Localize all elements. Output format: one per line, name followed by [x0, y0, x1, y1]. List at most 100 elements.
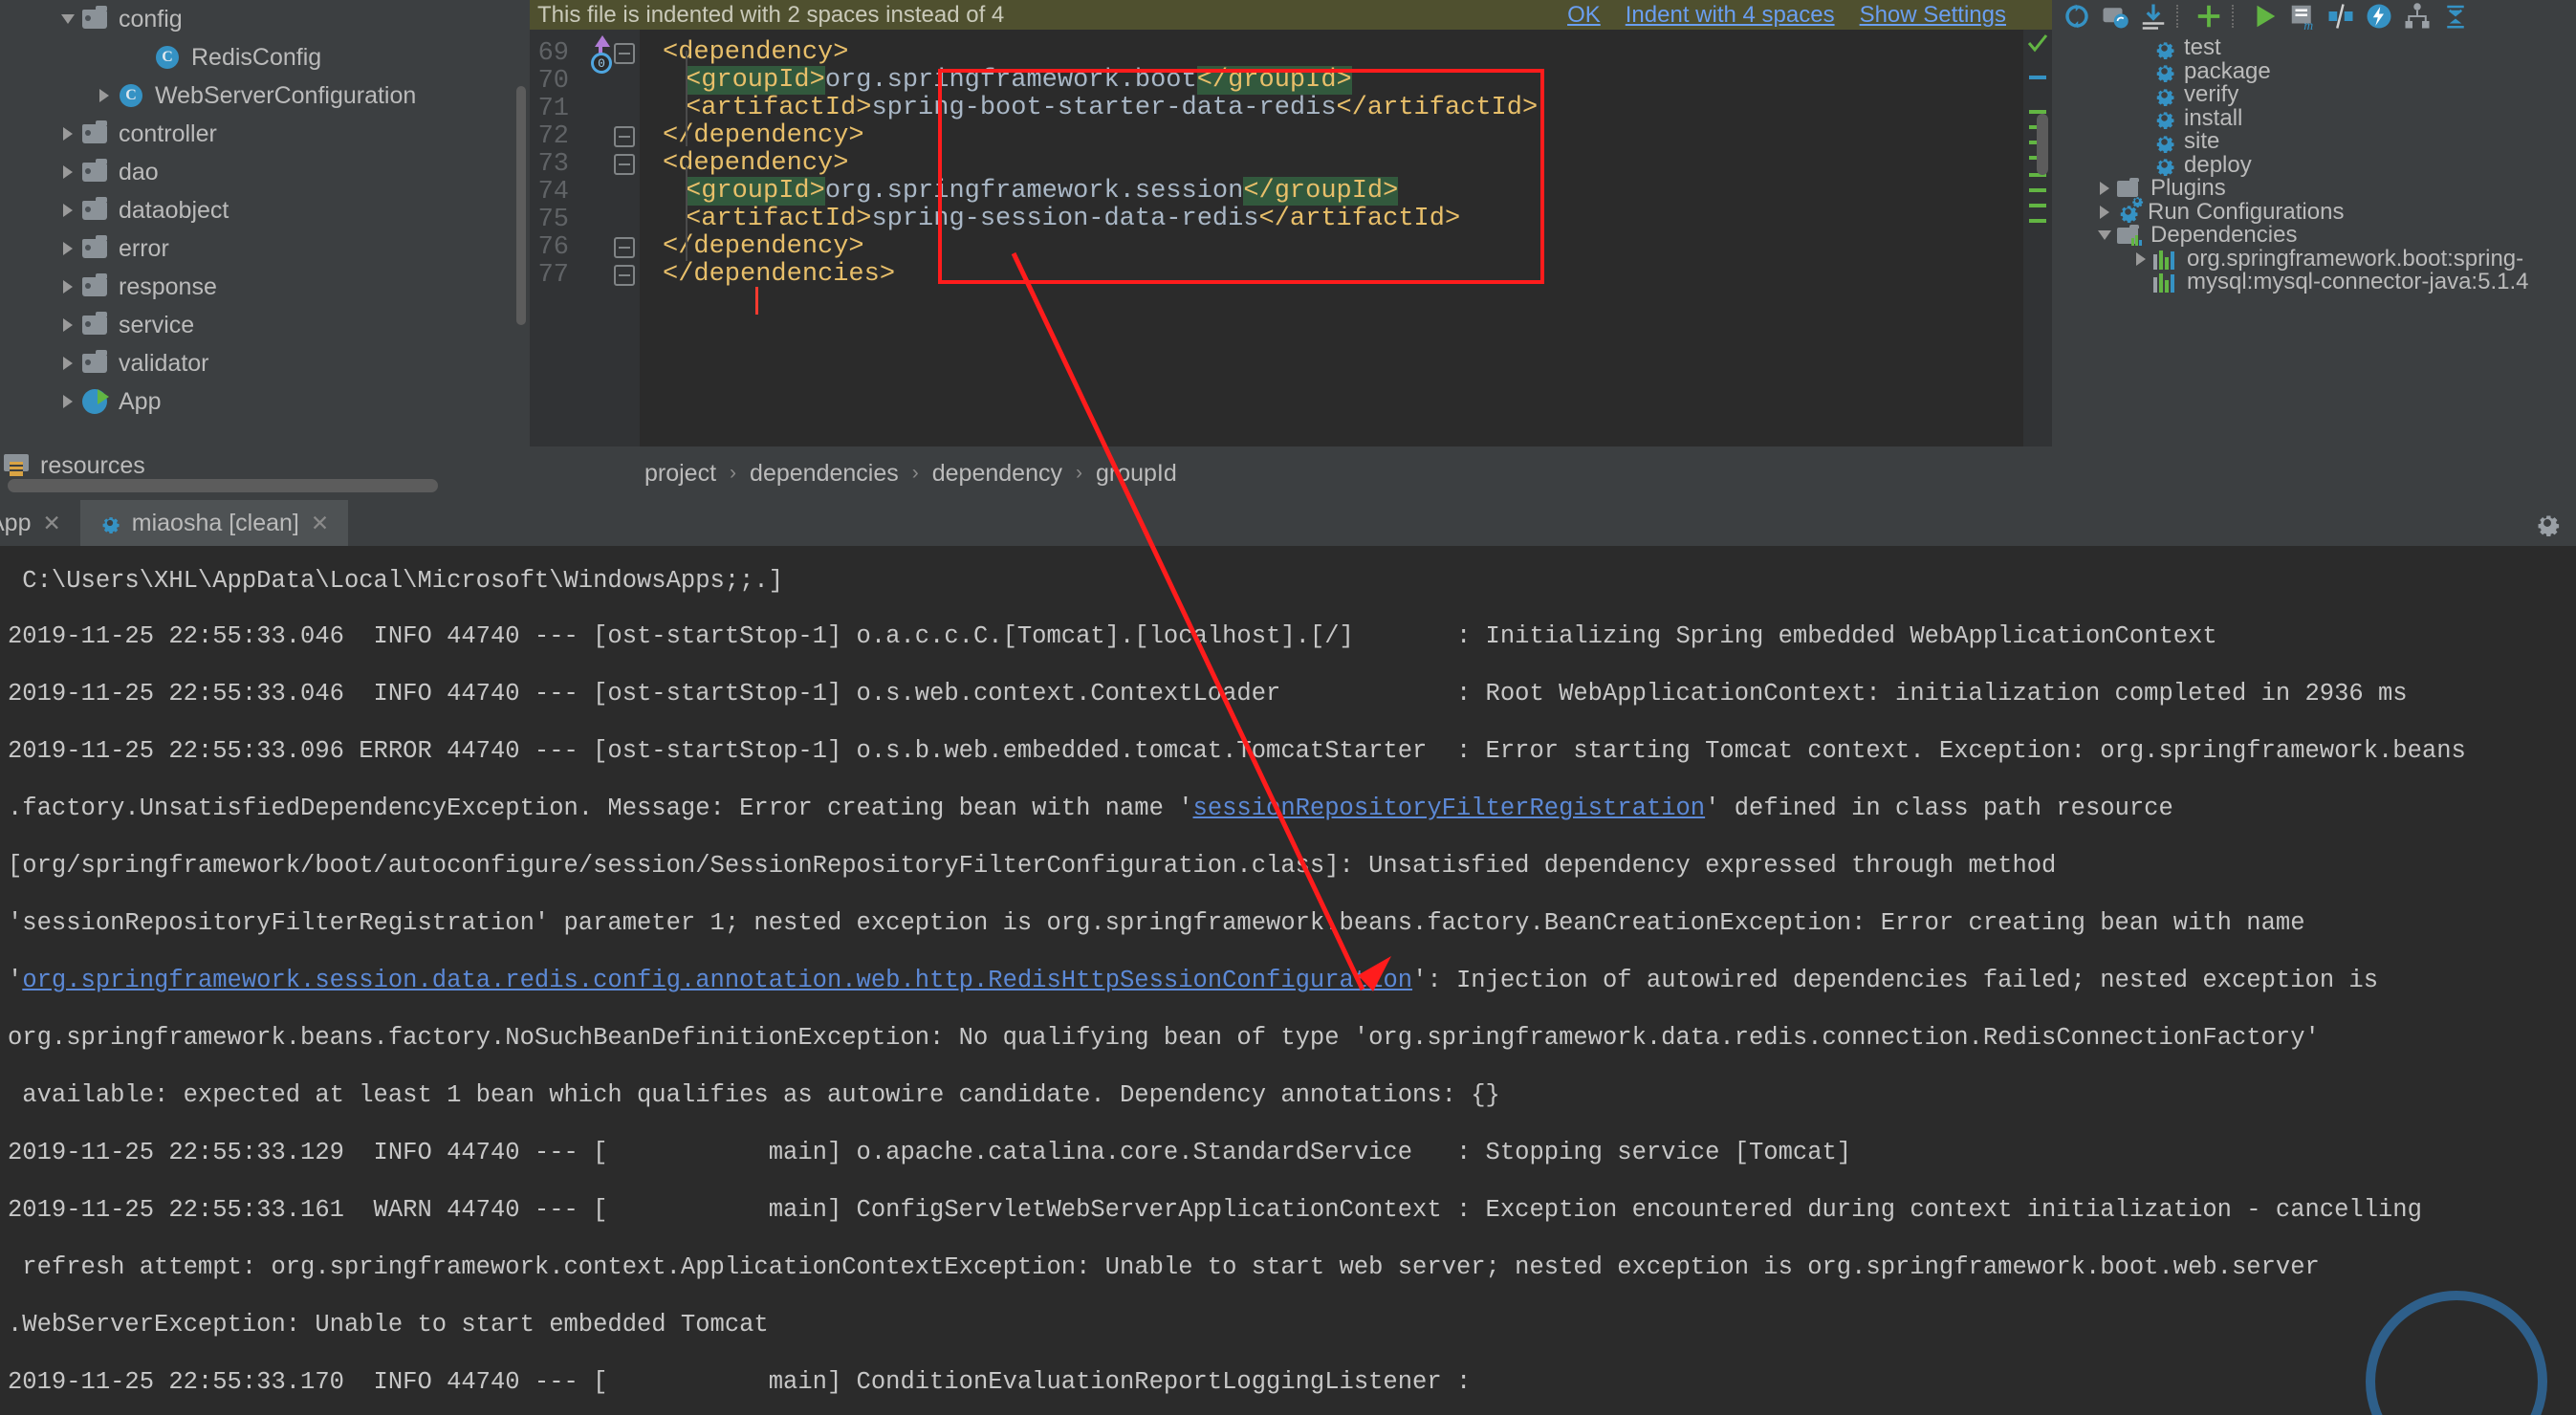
- breadcrumb-item[interactable]: project: [644, 460, 716, 488]
- fold-collapse-icon[interactable]: [614, 43, 635, 64]
- log-text: ': [8, 967, 23, 994]
- chevron-right-icon[interactable]: [55, 344, 80, 382]
- maven-item-mysql-mysql-connector-java-5-1-4[interactable]: mysql:mysql-connector-java:5.1.4: [2052, 269, 2576, 294]
- breadcrumb[interactable]: project › dependencies › dependency › gr…: [530, 446, 2052, 500]
- close-icon[interactable]: ✕: [311, 511, 329, 536]
- log-text: ': Injection of autowired dependencies f…: [1412, 967, 2379, 994]
- console-log-line: org.springframework.beans.factory.NoSuch…: [8, 1024, 2320, 1053]
- maven-item-package[interactable]: package: [2052, 58, 2576, 84]
- breadcrumb-item[interactable]: groupId: [1096, 460, 1177, 488]
- gear-icon[interactable]: [2534, 510, 2563, 538]
- tree-item-service[interactable]: service: [0, 306, 530, 344]
- inspection-status-icon[interactable]: [2027, 33, 2048, 53]
- close-icon[interactable]: ✕: [42, 511, 60, 536]
- run-gutter-marker[interactable]: 0: [587, 35, 614, 74]
- project-tree-panel[interactable]: config C RedisConfig C WebServerConfiguratio…: [0, 0, 530, 500]
- breadcrumb-item[interactable]: dependencies: [750, 460, 899, 488]
- tree-item-dataobject[interactable]: dataobject: [0, 191, 530, 229]
- tree-item-webserverconfiguration[interactable]: C WebServerConfiguration: [0, 76, 530, 115]
- code-line: <groupId>org.springframework.boot</group…: [686, 66, 1352, 95]
- maven-item-install[interactable]: install: [2052, 105, 2576, 131]
- maven-item-run-configurations[interactable]: Run Configurations: [2052, 199, 2576, 225]
- maven-item-dependencies[interactable]: Dependencies: [2052, 222, 2576, 248]
- reimport-projects-icon[interactable]: [2096, 1, 2134, 32]
- chevron-right-icon[interactable]: [55, 153, 80, 191]
- console-hyperlink[interactable]: org.springframework.session.data.redis.c…: [22, 967, 1412, 994]
- maven-item-plugins[interactable]: Plugins: [2052, 175, 2576, 207]
- toggle-offline-icon[interactable]: [2322, 1, 2360, 32]
- gear-icon: [2153, 84, 2175, 106]
- fold-collapse-icon[interactable]: [614, 154, 635, 175]
- tree-item-error[interactable]: error: [0, 229, 530, 268]
- tree-item-controller[interactable]: controller: [0, 115, 530, 153]
- notification-indent-link[interactable]: Indent with 4 spaces: [1626, 2, 1835, 29]
- project-tree-vertical-scrollbar[interactable]: [516, 86, 526, 325]
- run-icon[interactable]: [2245, 1, 2283, 32]
- notification-ok-link[interactable]: OK: [1567, 2, 1601, 29]
- download-sources-icon[interactable]: [2134, 1, 2172, 32]
- chevron-right-icon[interactable]: [55, 268, 80, 306]
- code-token: <dependency>: [663, 149, 849, 178]
- project-tree-horizontal-scrollbar[interactable]: [8, 479, 438, 492]
- breadcrumb-item[interactable]: dependency: [932, 460, 1062, 488]
- editor-scroll-thumb[interactable]: [2037, 114, 2048, 175]
- gear-icon: [2153, 37, 2175, 59]
- log-text: refresh attempt: org.springframework.con…: [8, 1253, 2320, 1281]
- fold-collapse-icon[interactable]: [614, 265, 635, 286]
- chevron-right-icon[interactable]: [55, 191, 80, 229]
- add-maven-project-icon[interactable]: [2190, 1, 2228, 32]
- tree-item-dao[interactable]: dao: [0, 153, 530, 191]
- folder-icon: [80, 159, 109, 185]
- tree-item-redisconfig[interactable]: C RedisConfig: [0, 38, 530, 76]
- code-line: <groupId>org.springframework.session</gr…: [686, 177, 1399, 206]
- chevron-right-icon[interactable]: [2092, 182, 2117, 196]
- java-class-icon: C: [117, 83, 145, 108]
- show-dependencies-icon[interactable]: [2398, 1, 2436, 32]
- maven-item-site[interactable]: site: [2052, 128, 2576, 154]
- line-number: 74: [537, 178, 569, 207]
- maven-item-org-springframework-boot-spring[interactable]: org.springframework.boot:spring-: [2052, 246, 2576, 272]
- chevron-right-icon[interactable]: [55, 115, 80, 153]
- execute-maven-goal-icon[interactable]: m: [2283, 1, 2322, 32]
- tree-item-config[interactable]: config: [0, 0, 530, 38]
- fold-collapse-icon[interactable]: [614, 126, 635, 147]
- tree-item-app[interactable]: App: [0, 382, 530, 421]
- code-text-area[interactable]: <dependency> <groupId>org.springframework…: [640, 30, 2052, 446]
- console-output[interactable]: C:\Users\XHL\AppData\Local\Microsoft\Win…: [0, 546, 2576, 1415]
- tree-item-resources[interactable]: resources: [0, 449, 530, 482]
- console-hyperlink[interactable]: sessionRepositoryFilterRegistration: [1193, 795, 1706, 822]
- chevron-down-icon[interactable]: [2092, 230, 2117, 241]
- chevron-right-icon[interactable]: [55, 382, 80, 421]
- chevron-right-icon[interactable]: [55, 229, 80, 268]
- chevron-right-icon[interactable]: [2128, 251, 2153, 266]
- editor-gutter[interactable]: 0 69 70 71 72 73 74 75 76 77: [530, 30, 640, 446]
- chevron-right-icon[interactable]: [2092, 205, 2117, 219]
- tree-item-label: WebServerConfiguration: [155, 82, 417, 109]
- chevron-down-icon[interactable]: [55, 0, 80, 38]
- tree-item-response[interactable]: response: [0, 268, 530, 306]
- tab-app[interactable]: App ✕: [0, 500, 80, 546]
- notification-settings-link[interactable]: Show Settings: [1860, 2, 2006, 29]
- resources-folder-icon: [4, 454, 34, 477]
- gear-icon: [2153, 60, 2175, 83]
- log-text: 2019-11-25 22:55:33.161 WARN 44740 --- […: [8, 1196, 2422, 1224]
- editor-panel: This file is indented with 2 spaces inst…: [530, 0, 2052, 500]
- editor-body[interactable]: 0 69 70 71 72 73 74 75 76 77 <dependency> <groupI…: [530, 30, 2052, 446]
- fold-collapse-icon[interactable]: [614, 237, 635, 258]
- skip-tests-icon[interactable]: [2360, 1, 2398, 32]
- chevron-right-icon[interactable]: [92, 76, 117, 115]
- collapse-all-icon[interactable]: [2436, 1, 2475, 32]
- code-token: </dependency>: [663, 121, 864, 150]
- refresh-icon[interactable]: [2058, 1, 2096, 32]
- tree-item-validator[interactable]: validator: [0, 344, 530, 382]
- maven-item-deploy[interactable]: deploy: [2052, 152, 2576, 178]
- maven-item-verify[interactable]: verify: [2052, 81, 2576, 107]
- log-text: .factory.UnsatisfiedDependencyException.…: [8, 795, 1179, 822]
- code-line: <dependency>: [663, 39, 848, 67]
- error-stripe-scrollbar[interactable]: [2023, 30, 2052, 446]
- maven-tree[interactable]: test package verify install site deploy Plugin…: [2052, 36, 2576, 500]
- maven-item-test[interactable]: test: [2052, 36, 2576, 60]
- chevron-right-icon[interactable]: [55, 306, 80, 344]
- tab-miaosha-clean[interactable]: miaosha [clean] ✕: [79, 500, 349, 546]
- tree-arrow-spacer: [128, 38, 153, 76]
